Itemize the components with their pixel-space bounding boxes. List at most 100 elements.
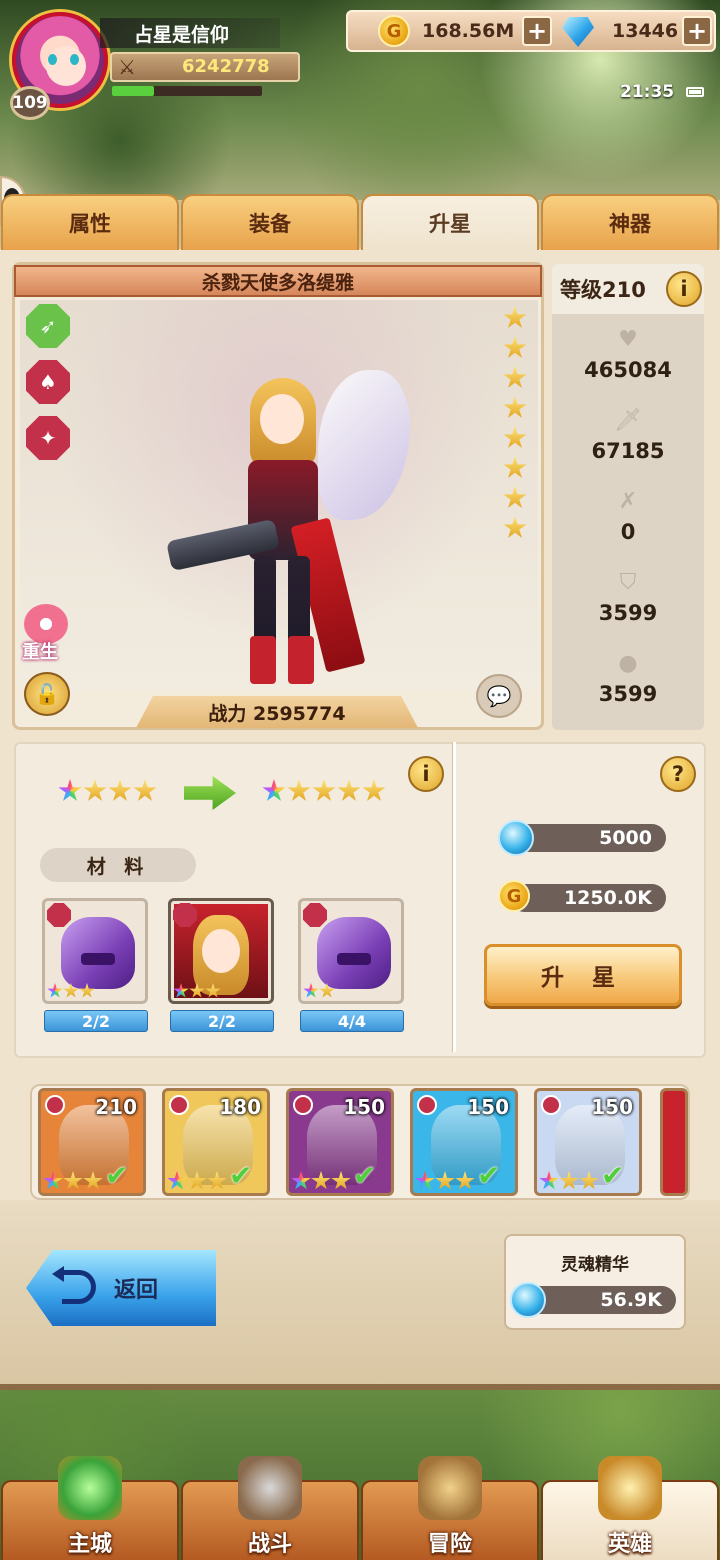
- check-icon: ✔: [353, 1159, 377, 1192]
- nav-main-city[interactable]: 主城: [1, 1456, 179, 1560]
- material-stars: [303, 983, 335, 999]
- nav-hero-label: 英雄: [607, 1532, 652, 1557]
- gem-value: 13446: [612, 20, 679, 42]
- soul-orb-icon: [510, 1282, 546, 1318]
- player-level-badge: 109: [10, 86, 50, 120]
- bow-class-icon[interactable]: ➶: [26, 304, 70, 348]
- tab-star-up[interactable]: 升星: [361, 194, 539, 250]
- stat-hp: ♥ 465084: [552, 318, 704, 399]
- current-star-rating: [58, 779, 158, 803]
- roster-hero-level: 150: [591, 1095, 633, 1119]
- add-gem-button[interactable]: +: [682, 16, 712, 46]
- resource-panel: G 168.56M + 13446 +: [346, 10, 716, 52]
- material-stars: [173, 983, 221, 999]
- next-star-rating: [262, 779, 387, 803]
- class-badge-icon: [417, 1095, 437, 1115]
- star-icon: [63, 1171, 83, 1190]
- gold-coin-icon: G: [498, 880, 530, 912]
- roster-hero-stars: [167, 1171, 227, 1191]
- sword-icon: 🗡: [614, 408, 642, 433]
- avatar-eye-right: [70, 54, 79, 65]
- crossed-swords-icon: ⚔: [118, 55, 136, 79]
- stat-defense: ⛉ 3599: [552, 561, 704, 642]
- star-icon: [108, 779, 132, 801]
- material-count: 2/2: [44, 1010, 148, 1032]
- material-slot-hero[interactable]: [168, 898, 274, 1004]
- star-icon: [337, 779, 361, 801]
- star-icon: [579, 1171, 599, 1190]
- lock-icon[interactable]: 🔓: [24, 672, 70, 716]
- stats-info-button[interactable]: i: [666, 271, 702, 307]
- materials-label: 材 料: [40, 848, 196, 882]
- check-icon: ✔: [105, 1159, 129, 1192]
- star-icon: [83, 779, 107, 801]
- nav-adventure-label: 冒险: [427, 1532, 472, 1557]
- material-stars: [47, 983, 95, 999]
- star-icon: [287, 779, 311, 801]
- roster-hero-card[interactable]: 150 ✔: [534, 1088, 642, 1196]
- shield-icon: ⛉: [619, 570, 637, 595]
- roster-hero-stars: [291, 1171, 351, 1191]
- hero-helmet-icon: [598, 1456, 662, 1520]
- star-icon: [415, 1171, 435, 1190]
- class-badge-icon: [293, 1095, 313, 1115]
- nav-hero[interactable]: 英雄: [541, 1456, 719, 1560]
- soul-orb-icon: [498, 820, 534, 856]
- player-power-value: 6242778: [182, 56, 270, 77]
- star-icon: [83, 1171, 103, 1190]
- faction-badge-icon: [303, 903, 327, 927]
- star-icon: [207, 1171, 227, 1190]
- exp-bar: [112, 86, 262, 96]
- material-count: 4/4: [300, 1010, 404, 1032]
- comment-icon[interactable]: 💬: [476, 674, 522, 718]
- star-icon: [539, 1171, 559, 1190]
- material-slot-helmet-1[interactable]: [42, 898, 148, 1004]
- diamond-icon: [562, 17, 594, 47]
- roster-hero-stars: [415, 1171, 475, 1191]
- roster-hero-card[interactable]: 210 ✔: [38, 1088, 146, 1196]
- back-button[interactable]: 返回: [26, 1250, 216, 1326]
- stat-hp-value: 465084: [584, 358, 672, 382]
- nav-main-city-label: 主城: [67, 1532, 112, 1557]
- hero-figure[interactable]: [166, 360, 410, 690]
- help-button[interactable]: ?: [660, 756, 696, 792]
- hero-name: 杀戮天使多洛缇雅: [14, 265, 542, 297]
- battery-icon: [686, 87, 704, 97]
- battle-swords-icon: [238, 1456, 302, 1520]
- roster-hero-card[interactable]: 180 ✔: [162, 1088, 270, 1196]
- tab-attributes[interactable]: 属性: [1, 194, 179, 250]
- nav-battle[interactable]: 战斗: [181, 1456, 359, 1560]
- exp-fill: [112, 86, 154, 96]
- purple-helmet-icon: [317, 917, 391, 989]
- check-icon: ✔: [229, 1159, 253, 1192]
- star-icon: [311, 1171, 331, 1190]
- star-icon: [312, 779, 336, 801]
- material-count: 2/2: [170, 1010, 274, 1032]
- stat-armor-pen-value: 0: [620, 520, 636, 544]
- add-gold-button[interactable]: +: [522, 16, 552, 46]
- stat-attack-value: 67185: [591, 439, 665, 463]
- faction-badge-icon: [47, 903, 71, 927]
- star-up-button[interactable]: 升 星: [484, 944, 682, 1006]
- gold-cost: 1250.0K: [510, 884, 666, 912]
- star-icon: [559, 1171, 579, 1190]
- hero-combat-power: 战力 2595774: [136, 696, 418, 728]
- check-icon: ✔: [601, 1159, 625, 1192]
- panel-divider: [452, 742, 456, 1052]
- faction-icon[interactable]: ♠: [26, 360, 70, 404]
- roster-hero-card[interactable]: 150 ✔: [410, 1088, 518, 1196]
- roster-hero-card[interactable]: 150 ✔: [286, 1088, 394, 1196]
- back-arrow-icon: [52, 1266, 96, 1304]
- upgrade-info-button[interactable]: i: [408, 756, 444, 792]
- stat-magic-def-value: 3599: [598, 682, 658, 706]
- rebirth-label[interactable]: 重生: [22, 638, 58, 664]
- roster-card-partial[interactable]: [660, 1088, 688, 1196]
- role-icon[interactable]: ✦: [26, 416, 70, 460]
- class-badge-icon: [541, 1095, 561, 1115]
- nav-adventure[interactable]: 冒险: [361, 1456, 539, 1560]
- tab-equipment[interactable]: 装备: [181, 194, 359, 250]
- tab-artifact[interactable]: 神器: [541, 194, 719, 250]
- class-badge-icon: [45, 1095, 65, 1115]
- material-slot-helmet-2[interactable]: [298, 898, 404, 1004]
- hero-wing: [318, 370, 410, 520]
